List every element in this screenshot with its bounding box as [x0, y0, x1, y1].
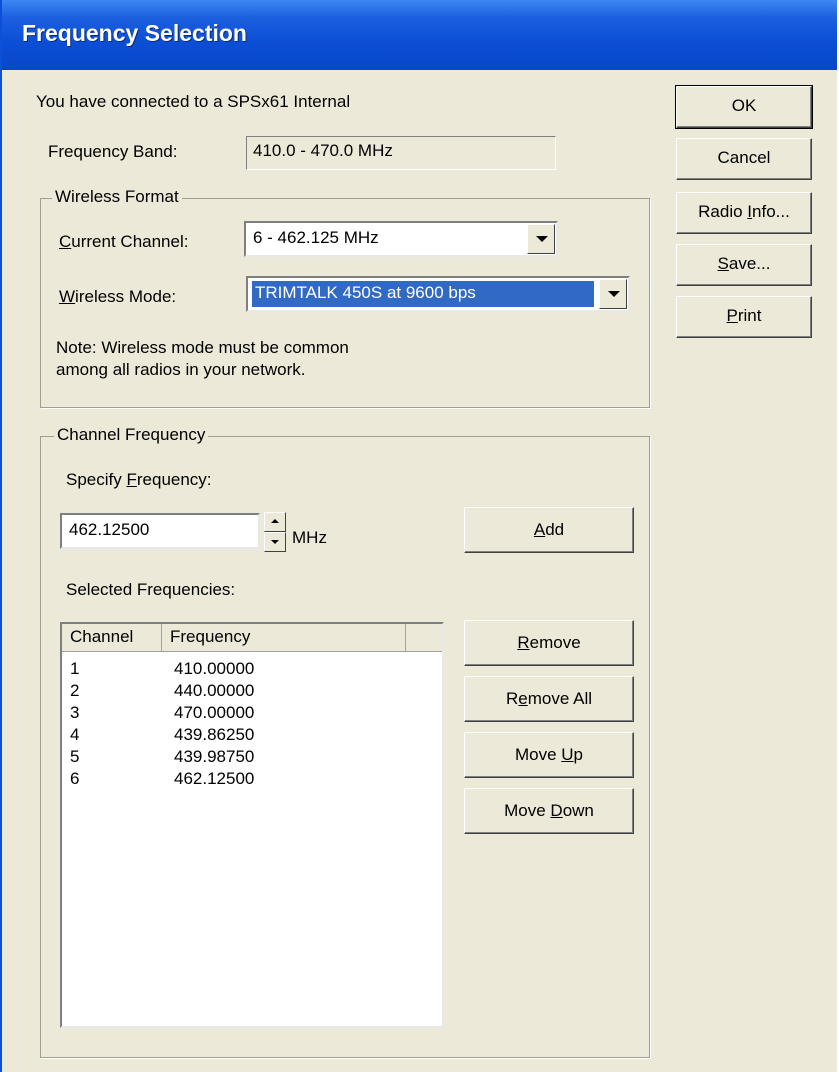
cell-frequency: 439.86250 [174, 725, 255, 744]
cell-channel: 1 [70, 659, 80, 678]
frequency-selection-dialog: Frequency Selection You have connected t… [0, 0, 837, 1072]
wireless-mode-dropdown-button[interactable] [599, 279, 627, 309]
table-row[interactable]: 4 439.86250 [62, 724, 442, 746]
spin-up-button[interactable] [264, 512, 286, 532]
selected-frequencies-label: Selected Frequencies: [66, 580, 236, 599]
radio-info-button[interactable]: Radio Info... [676, 192, 812, 234]
cell-channel: 2 [70, 681, 80, 700]
cell-frequency: 440.00000 [174, 681, 255, 700]
cell-frequency: 470.00000 [174, 703, 255, 722]
selected-frequencies-list[interactable]: Channel Frequency 1 410.00000 2 440.00000 … [60, 622, 444, 1028]
add-button[interactable]: Add [464, 507, 634, 553]
arrow-up-icon [271, 519, 279, 523]
wireless-note-line2: among all radios in your network. [56, 360, 306, 379]
column-header-empty [406, 624, 442, 652]
chevron-down-icon [608, 291, 620, 297]
window-title: Frequency Selection [22, 20, 247, 46]
spin-down-button[interactable] [264, 532, 286, 552]
specify-frequency-label: Specify Frequency: [66, 470, 212, 489]
title-bar[interactable]: Frequency Selection [2, 0, 837, 70]
remove-button[interactable]: Remove [464, 620, 634, 666]
cell-frequency: 410.00000 [174, 659, 255, 678]
wireless-mode-dropdown[interactable]: TRIMTALK 450S at 9600 bps [246, 276, 630, 312]
channel-frequency-legend: Channel Frequency [54, 425, 209, 445]
cell-frequency: 462.12500 [174, 769, 255, 788]
cell-frequency: 439.98750 [174, 747, 255, 766]
arrow-down-icon [271, 540, 279, 544]
frequency-spinner[interactable] [264, 512, 286, 552]
save-button[interactable]: Save... [676, 244, 812, 286]
table-row[interactable]: 2 440.00000 [62, 680, 442, 702]
table-row[interactable]: 5 439.98750 [62, 746, 442, 768]
frequency-input[interactable]: 462.12500 [60, 513, 260, 549]
current-channel-dropdown[interactable]: 6 - 462.125 MHz [244, 221, 558, 257]
move-up-button[interactable]: Move Up [464, 732, 634, 778]
table-row[interactable]: 1 410.00000 [62, 658, 442, 680]
remove-all-button[interactable]: Remove All [464, 676, 634, 722]
wireless-format-legend: Wireless Format [52, 187, 182, 207]
chevron-down-icon [536, 236, 548, 242]
move-down-button[interactable]: Move Down [464, 788, 634, 834]
wireless-mode-label: Wireless Mode: [59, 287, 177, 306]
wireless-mode-value: TRIMTALK 450S at 9600 bps [252, 281, 594, 307]
frequency-band-label: Frequency Band: [48, 142, 178, 161]
frequency-band-value: 410.0 - 470.0 MHz [246, 136, 556, 170]
current-channel-value: 6 - 462.125 MHz [253, 228, 379, 247]
table-row[interactable]: 6 462.12500 [62, 768, 442, 790]
current-channel-label: Current Channel: [59, 232, 189, 251]
wireless-note-line1: Note: Wireless mode must be common [56, 338, 349, 357]
cell-channel: 4 [70, 725, 80, 744]
frequency-unit: MHz [292, 528, 327, 547]
column-header-channel[interactable]: Channel [62, 624, 162, 652]
cancel-button[interactable]: Cancel [676, 138, 812, 180]
print-button[interactable]: Print [676, 296, 812, 338]
cell-channel: 5 [70, 747, 80, 766]
ok-button[interactable]: OK [675, 85, 813, 129]
cell-channel: 3 [70, 703, 80, 722]
table-row[interactable]: 3 470.00000 [62, 702, 442, 724]
cell-channel: 6 [70, 769, 80, 788]
connected-text: You have connected to a SPSx61 Internal [36, 92, 351, 111]
column-header-frequency[interactable]: Frequency [162, 624, 406, 652]
current-channel-dropdown-button[interactable] [527, 224, 555, 254]
frequency-input-value: 462.12500 [69, 520, 150, 539]
